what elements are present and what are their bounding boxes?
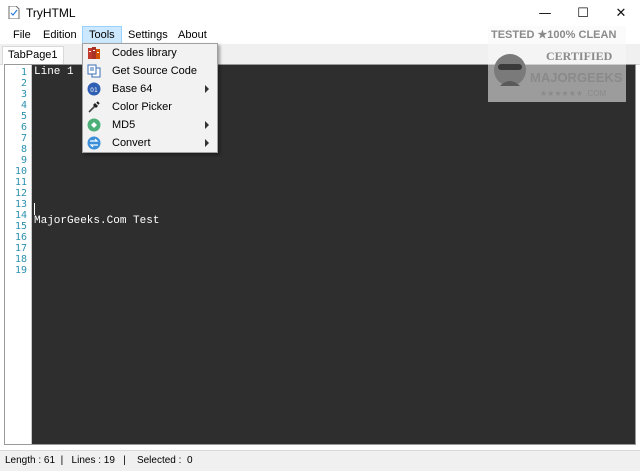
line-number: 12 bbox=[14, 188, 27, 199]
maximize-button[interactable]: ☐ bbox=[564, 0, 602, 26]
line-number: 16 bbox=[14, 232, 27, 243]
menu-item-label: Color Picker bbox=[112, 101, 172, 113]
menu-item-label: Get Source Code bbox=[112, 65, 197, 77]
watermark-line-1: TESTED ★100% CLEAN bbox=[491, 29, 616, 41]
menu-item-label: Base 64 bbox=[112, 83, 153, 95]
code-line-1: Line 1 bbox=[34, 66, 74, 78]
line-number: 10 bbox=[14, 166, 27, 177]
menu-item-color-picker[interactable]: Color Picker bbox=[84, 99, 216, 117]
line-number: 4 bbox=[20, 100, 27, 111]
menu-item-get-source-code[interactable]: Get Source Code bbox=[84, 63, 216, 81]
line-number: 3 bbox=[20, 89, 27, 100]
books-icon bbox=[88, 47, 100, 59]
close-button[interactable]: ✕ bbox=[602, 0, 640, 26]
menu-about[interactable]: About bbox=[172, 27, 213, 43]
line-number: 1 bbox=[20, 67, 27, 78]
line-number: 17 bbox=[14, 243, 27, 254]
eyedropper-icon bbox=[88, 101, 100, 113]
menu-file[interactable]: File bbox=[7, 27, 37, 43]
title-bar: TryHTML — ☐ ✕ bbox=[0, 0, 640, 26]
text-caret bbox=[34, 203, 35, 215]
app-icon bbox=[8, 6, 20, 19]
copy-source-icon bbox=[87, 64, 101, 78]
line-number-gutter: 1 2 3 4 5 6 7 8 9 10 11 12 13 14 15 16 1… bbox=[5, 65, 32, 444]
tools-dropdown-menu: Codes library Get Source Code 01 Base 64… bbox=[82, 43, 218, 153]
line-number: 2 bbox=[20, 78, 27, 89]
watermark-line-4: ★★★★★★ .COM bbox=[540, 89, 606, 98]
md5-icon bbox=[87, 118, 101, 132]
line-number: 19 bbox=[14, 265, 27, 276]
line-number: 8 bbox=[20, 144, 27, 155]
line-number: 5 bbox=[20, 111, 27, 122]
line-number: 15 bbox=[14, 221, 27, 232]
window-title: TryHTML bbox=[26, 6, 76, 20]
menu-item-label: Convert bbox=[112, 137, 151, 149]
convert-icon bbox=[87, 136, 101, 150]
majorgeeks-watermark: TESTED ★100% CLEAN CERTIFIED MAJORGEEKS … bbox=[488, 26, 626, 102]
submenu-arrow-icon bbox=[205, 139, 209, 147]
menu-tools[interactable]: Tools bbox=[82, 26, 122, 44]
close-icon: ✕ bbox=[615, 5, 627, 21]
code-line-14: MajorGeeks.Com Test bbox=[34, 215, 160, 227]
svg-text:01: 01 bbox=[90, 87, 98, 94]
status-text: Length : 61 | Lines : 19 | Selected : 0 bbox=[5, 455, 193, 466]
menu-item-md5[interactable]: MD5 bbox=[84, 117, 216, 135]
menu-edition[interactable]: Edition bbox=[37, 27, 83, 43]
menu-item-base-64[interactable]: 01 Base 64 bbox=[84, 81, 216, 99]
watermark-line-2: CERTIFIED bbox=[546, 49, 613, 63]
menu-item-label: MD5 bbox=[112, 119, 136, 131]
line-number: 13 bbox=[14, 199, 27, 210]
mascot-icon bbox=[494, 54, 526, 86]
line-number: 14 bbox=[14, 210, 27, 221]
line-number: 11 bbox=[14, 177, 27, 188]
submenu-arrow-icon bbox=[205, 85, 209, 93]
submenu-arrow-icon bbox=[205, 121, 209, 129]
line-number: 18 bbox=[14, 254, 27, 265]
menu-settings[interactable]: Settings bbox=[122, 27, 174, 43]
maximize-icon: ☐ bbox=[577, 5, 589, 21]
minimize-button[interactable]: — bbox=[526, 0, 564, 26]
menu-item-label: Codes library bbox=[112, 47, 177, 59]
watermark-line-3: MAJORGEEKS bbox=[530, 70, 623, 85]
menu-item-convert[interactable]: Convert bbox=[84, 135, 216, 153]
line-number: 9 bbox=[20, 155, 27, 166]
menu-item-codes-library[interactable]: Codes library bbox=[84, 45, 216, 63]
minimize-icon: — bbox=[538, 5, 552, 21]
line-number: 7 bbox=[20, 133, 27, 144]
base64-icon: 01 bbox=[87, 82, 101, 96]
tab-tabpage1[interactable]: TabPage1 bbox=[2, 46, 64, 65]
line-number: 6 bbox=[20, 122, 27, 133]
status-bar: Length : 61 | Lines : 19 | Selected : 0 bbox=[0, 450, 640, 471]
